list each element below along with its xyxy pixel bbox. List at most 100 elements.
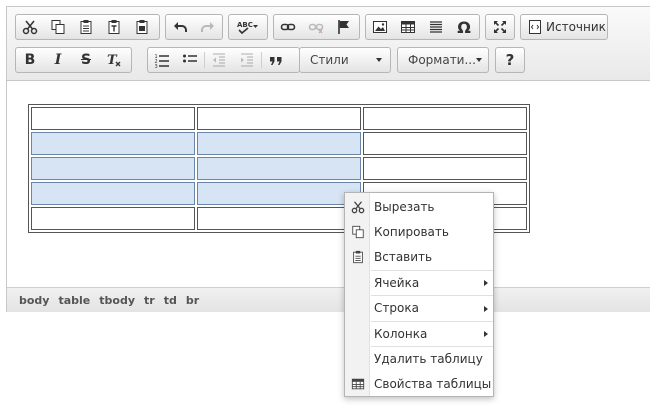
undo-icon — [174, 22, 187, 32]
submenu-arrow-icon — [484, 305, 488, 312]
copy-icon — [345, 225, 370, 239]
table-cell-selected[interactable] — [31, 132, 195, 155]
redo-button[interactable] — [194, 15, 222, 39]
special-char-button[interactable]: Ω — [450, 15, 478, 39]
table-cell-selected[interactable] — [31, 157, 195, 180]
indent-button[interactable] — [233, 48, 261, 72]
element-path-item[interactable]: br — [186, 294, 199, 307]
table-cell[interactable] — [31, 107, 195, 130]
format-dropdown-value: Формати... — [408, 53, 476, 67]
redo-icon — [201, 22, 214, 32]
source-group: Источник — [520, 14, 608, 40]
source-icon — [529, 20, 541, 34]
image-button[interactable] — [366, 15, 394, 39]
table-row — [31, 132, 527, 155]
italic-icon: I — [54, 52, 62, 68]
table-cell[interactable] — [363, 107, 527, 130]
spellcheck-icon: ABC — [237, 21, 258, 35]
paste-text-button[interactable] — [100, 15, 128, 39]
table-cell-selected[interactable] — [197, 132, 361, 155]
paste-text-icon — [108, 20, 120, 34]
link-icon — [280, 23, 296, 31]
paste-word-button[interactable] — [128, 15, 156, 39]
unlink-button[interactable] — [302, 15, 330, 39]
paste-button[interactable] — [72, 15, 100, 39]
quote-icon — [270, 57, 282, 65]
bulleted-list-icon — [183, 54, 197, 63]
editor-content-area[interactable] — [7, 82, 650, 288]
element-path-item[interactable]: table — [58, 294, 90, 307]
chevron-down-icon — [475, 58, 482, 62]
unlink-icon — [308, 23, 324, 34]
help-icon: ? — [505, 51, 515, 69]
element-path-item[interactable]: tr — [144, 294, 155, 307]
table-button[interactable] — [394, 15, 422, 39]
context-menu-item[interactable]: Вставить — [345, 245, 493, 270]
context-menu-item[interactable]: Строка — [345, 296, 493, 321]
image-icon — [373, 21, 387, 33]
svg-text:ABC: ABC — [237, 21, 253, 29]
chevron-down-icon — [376, 58, 382, 62]
bulleted-list-button[interactable] — [176, 48, 204, 72]
source-button[interactable]: Источник — [521, 15, 614, 39]
outdent-button[interactable] — [205, 48, 233, 72]
context-menu-item[interactable]: Колонка — [345, 321, 493, 346]
table-row — [31, 157, 527, 180]
copy-button[interactable] — [44, 15, 72, 39]
table-cell[interactable] — [363, 132, 527, 155]
element-path-item[interactable]: td — [164, 294, 177, 307]
strike-button[interactable]: S — [72, 48, 100, 72]
table-cell[interactable] — [197, 207, 361, 230]
italic-button[interactable]: I — [44, 48, 72, 72]
table-cell-selected[interactable] — [31, 182, 195, 205]
element-path-item[interactable]: body — [19, 294, 49, 307]
editor-toolbar: ABC Ω Источник B I S T 1 2 3 Стили Форма… — [7, 7, 650, 81]
link-button[interactable] — [274, 15, 302, 39]
table-icon — [345, 377, 370, 391]
help-button[interactable]: ? — [496, 48, 524, 72]
clipboard-icon — [345, 250, 370, 264]
styles-dropdown[interactable]: Стили — [299, 47, 391, 73]
strike-icon: S — [80, 52, 92, 68]
blockquote-button[interactable] — [262, 48, 290, 72]
context-menu-item[interactable]: Удалить таблицу — [345, 346, 493, 371]
table-icon — [401, 21, 415, 33]
bold-button[interactable]: B — [16, 48, 44, 72]
anchor-button[interactable] — [330, 15, 358, 39]
paragraph-group: 123 — [147, 47, 300, 73]
maximize-icon — [494, 21, 506, 33]
submenu-arrow-icon — [484, 331, 488, 337]
element-path-bar: body table tbody tr td br — [7, 287, 650, 312]
cut-button[interactable] — [16, 15, 44, 39]
clipboard-group — [15, 14, 160, 40]
context-menu-item[interactable]: Копировать — [345, 219, 493, 244]
numbered-list-button[interactable]: 123 — [148, 48, 176, 72]
history-group — [165, 14, 223, 40]
table-cell-selected[interactable] — [197, 157, 361, 180]
remove-format-button[interactable]: T — [100, 48, 128, 72]
omega-icon: Ω — [457, 17, 471, 37]
scissors-icon — [345, 200, 370, 214]
context-menu-item-label: Удалить таблицу — [374, 351, 483, 366]
horizontal-rule-button[interactable] — [422, 15, 450, 39]
paste-word-icon — [136, 20, 148, 34]
context-menu-item[interactable]: Свойства таблицы — [345, 372, 493, 397]
context-menu-item-label: Свойства таблицы — [374, 377, 492, 392]
spellcheck-button[interactable]: ABC — [229, 15, 267, 39]
element-path-item[interactable]: tbody — [99, 294, 135, 307]
link-group — [273, 14, 360, 40]
help-group: ? — [495, 47, 525, 73]
table-cell[interactable] — [363, 157, 527, 180]
undo-button[interactable] — [166, 15, 194, 39]
format-dropdown[interactable]: Формати... — [397, 47, 489, 73]
context-menu-item[interactable]: Ячейка — [345, 270, 493, 295]
table-cell-selected[interactable] — [197, 182, 361, 205]
maximize-button[interactable] — [486, 15, 514, 39]
remove-format-icon: T — [107, 53, 121, 68]
horizontal-rule-icon — [430, 21, 442, 33]
context-menu-item[interactable]: Вырезать — [345, 194, 493, 219]
outdent-icon — [213, 53, 225, 67]
context-menu-item-label: Ячейка — [374, 275, 420, 290]
table-cell[interactable] — [31, 207, 195, 230]
table-cell[interactable] — [197, 107, 361, 130]
